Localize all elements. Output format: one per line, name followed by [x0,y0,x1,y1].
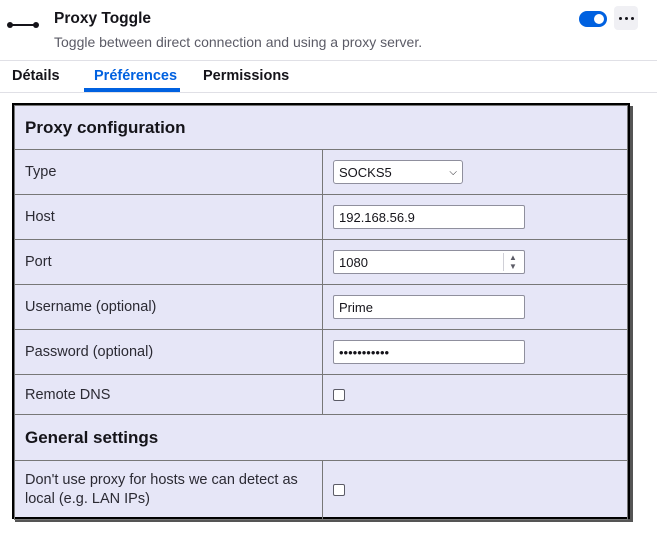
port-value: 1080 [339,254,368,270]
no-proxy-local-cell [322,460,628,520]
more-dot-icon [624,16,628,20]
enable-toggle[interactable] [579,11,607,27]
username-label: Username (optional) [14,284,323,330]
chevron-down-icon[interactable]: ▼ [509,262,517,271]
no-proxy-local-checkbox[interactable] [333,484,345,496]
type-selected-value: SOCKS5 [339,164,392,180]
setting-row: Type SOCKS5 ⌵ [14,149,628,195]
setting-row: Host 192.168.56.9 [14,194,628,240]
tab-bar: Détails Préférences Permissions [0,61,657,93]
proxy-toggle-icon [7,22,39,28]
selected-tab-indicator [84,88,180,92]
password-cell: ••••••••••• [322,329,628,375]
port-stepper[interactable]: ▲ ▼ [503,253,522,271]
username-cell: Prime [322,284,628,330]
type-select[interactable]: SOCKS5 ⌵ [333,160,463,184]
section-title-proxy: Proxy configuration [14,105,628,150]
remote-dns-cell [322,374,628,415]
setting-row: Password (optional) ••••••••••• [14,329,628,375]
port-input[interactable]: 1080 ▲ ▼ [333,250,525,274]
tab-details[interactable]: Détails [12,68,60,84]
tab-permissions[interactable]: Permissions [203,68,289,84]
username-input[interactable]: Prime [333,295,525,319]
type-cell: SOCKS5 ⌵ [322,149,628,195]
host-cell: 192.168.56.9 [322,194,628,240]
extension-header: Proxy Toggle Toggle between direct conne… [0,0,657,61]
password-label: Password (optional) [14,329,323,375]
host-input[interactable]: 192.168.56.9 [333,205,525,229]
type-label: Type [14,149,323,195]
tab-preferences[interactable]: Préférences [94,68,177,84]
no-proxy-local-label: Don't use proxy for hosts we can detect … [14,460,323,520]
extension-name: Proxy Toggle [54,10,152,27]
section-row: General settings [14,414,628,461]
more-dot-icon [630,16,634,20]
remote-dns-checkbox[interactable] [333,388,345,401]
setting-row: Remote DNS [14,374,628,415]
setting-row: Username (optional) Prime [14,284,628,330]
more-options-button[interactable] [614,6,638,30]
setting-row: Port 1080 ▲ ▼ [14,239,628,285]
toggle-knob [594,14,604,24]
section-row: Proxy configuration [14,105,628,150]
remote-dns-label: Remote DNS [14,374,323,415]
port-label: Port [14,239,323,285]
extension-description: Toggle between direct connection and usi… [54,34,423,50]
host-label: Host [14,194,323,240]
section-title-general: General settings [14,414,628,461]
port-cell: 1080 ▲ ▼ [322,239,628,285]
chevron-down-icon: ⌵ [449,166,457,178]
preferences-table: Proxy configuration Type SOCKS5 ⌵ Host 1… [14,105,628,520]
more-dot-icon [618,16,622,20]
preferences-panel: Proxy configuration Type SOCKS5 ⌵ Host 1… [12,103,630,520]
password-input[interactable]: ••••••••••• [333,340,525,364]
chevron-up-icon[interactable]: ▲ [509,253,517,262]
setting-row: Don't use proxy for hosts we can detect … [14,460,628,520]
